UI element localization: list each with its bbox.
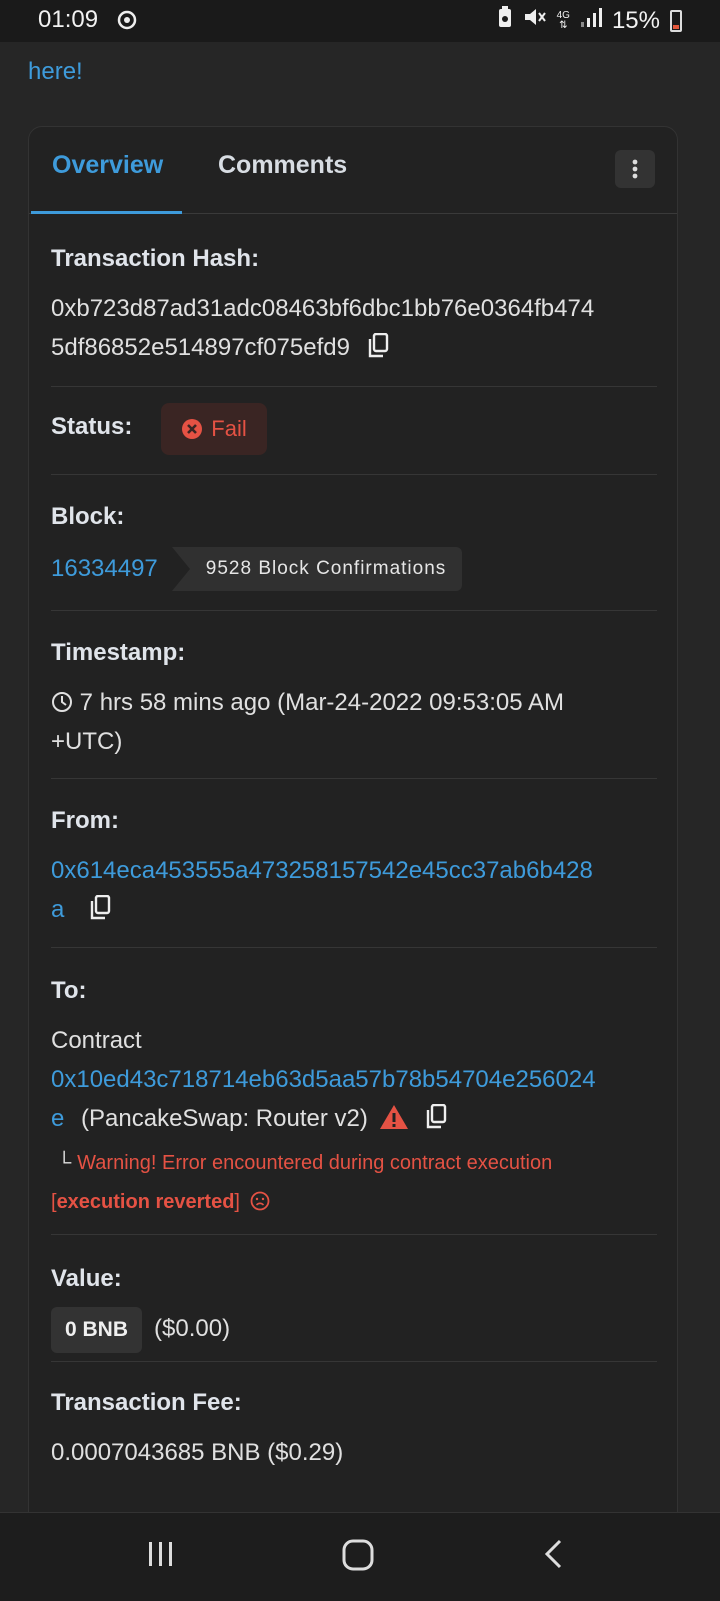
to-value: Contract 0x10ed43c718714eb63d5aa57b78b54… [51,1021,657,1142]
divider [51,386,657,387]
signal-icon [580,6,602,35]
tx-hash-value: 0xb723d87ad31adc08463bf6dbc1bb76e0364fb4… [51,289,657,371]
value-usd: ($0.00) [154,1315,231,1342]
divider [51,1361,657,1362]
from-label: From: [51,807,119,834]
contract-warning: └ Warning! Error encountered during contr… [51,1152,553,1213]
block-value: 16334497 9528 Block Confirmations [51,547,657,591]
divider [51,778,657,779]
tx-hash-label: Transaction Hash: [51,245,260,272]
value-label: Value: [51,1265,122,1292]
status-bar: 01:09 4G ⇅ 15% [0,0,720,42]
value-value: 0 BNB ($0.00) [51,1307,657,1353]
back-button[interactable] [542,1539,566,1574]
copy-icon[interactable] [425,1103,447,1142]
sad-face-icon [246,1191,270,1213]
status-badge: Fail [161,403,267,455]
contract-name: (PancakeSwap: Router v2) [81,1105,368,1132]
divider [51,1234,657,1235]
system-nav-bar [0,1512,720,1601]
active-tab-indicator [31,211,182,214]
transaction-card: Overview Comments Transaction Hash: 0xb7… [28,126,678,1512]
recent-apps-button[interactable] [146,1539,176,1574]
to-section: To: Contract 0x10ed43c718714eb63d5aa57b7… [51,977,657,1222]
fee-label: Transaction Fee: [51,1389,242,1416]
clock-icon [51,689,80,716]
divider [51,610,657,611]
sync-icon [116,9,138,36]
copy-icon[interactable] [89,894,111,933]
divider [51,474,657,475]
revert-reason: [execution reverted] [51,1191,240,1213]
more-options-button[interactable] [615,150,655,188]
timestamp-section: Timestamp: 7 hrs 58 mins ago (Mar-24-202… [51,639,657,761]
contract-word: Contract [51,1027,142,1054]
block-confirmations-badge: 9528 Block Confirmations [171,547,463,591]
kebab-menu-icon [632,159,638,179]
block-section: Block: 16334497 9528 Block Confirmations [51,503,657,591]
tab-overview[interactable]: Overview [52,151,163,180]
tx-hash-section: Transaction Hash: 0xb723d87ad31adc08463b… [51,245,657,371]
fee-value: 0.0007043685 BNB ($0.29) [51,1439,344,1466]
page-content: here! Overview Comments Transaction Hash… [0,42,720,1512]
status-label: Status: [51,413,133,440]
here-link[interactable]: here! [28,58,83,86]
battery-percent: 15% [611,6,660,34]
block-label: Block: [51,503,125,530]
warning-triangle-icon [375,1105,416,1132]
from-value: 0x614eca453555a473258157542e45cc37ab6b42… [51,851,657,933]
status-time: 01:09 [38,6,99,33]
network-type-icon: 4G ⇅ [556,9,570,31]
to-label: To: [51,977,87,1004]
from-address-link[interactable]: 0x614eca453555a473258157542e45cc37ab6b42… [51,857,593,923]
divider [51,947,657,948]
timestamp-value: 7 hrs 58 mins ago (Mar-24-2022 09:53:05 … [51,689,564,755]
fee-section: Transaction Fee: 0.0007043685 BNB ($0.29… [51,1389,657,1472]
value-bnb-badge: 0 BNB [51,1307,143,1353]
tab-comments[interactable]: Comments [218,151,347,180]
fail-x-icon [182,419,203,439]
block-number-link[interactable]: 16334497 [51,555,158,582]
sub-branch-icon: └ [57,1152,72,1174]
mute-icon [523,6,547,35]
battery-icon [670,9,682,32]
status-section: Status: Fail [51,403,657,455]
tab-bar: Overview Comments [29,127,677,214]
copy-icon[interactable] [367,332,389,371]
timestamp-label: Timestamp: [51,639,186,666]
value-section: Value: 0 BNB ($0.00) [51,1265,657,1353]
battery-saver-icon [497,6,513,35]
home-button[interactable] [342,1539,374,1576]
from-section: From: 0x614eca453555a473258157542e45cc37… [51,807,657,933]
